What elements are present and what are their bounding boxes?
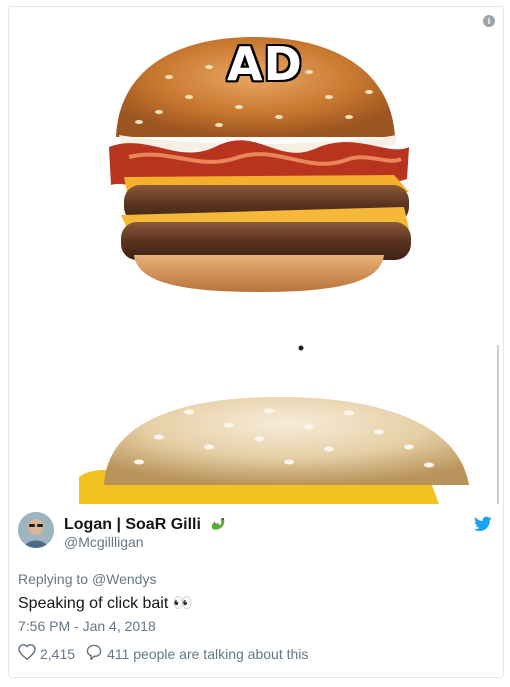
avatar[interactable] — [18, 512, 54, 548]
eyes-emoji-icon: 👀 — [172, 595, 193, 612]
tweet-actions: 2,415 411 people are talking about this — [18, 643, 318, 663]
twitter-bird-icon[interactable] — [474, 516, 492, 537]
tweet-body-text: Speaking of click bait 👀 — [18, 593, 193, 613]
replying-to-mention[interactable]: @Wendys — [92, 571, 157, 587]
ad-burger-bottom-bun — [134, 255, 384, 292]
patty-bottom — [121, 222, 411, 260]
like-count: 2,415 — [40, 645, 76, 662]
replying-prefix: Replying to — [18, 571, 89, 587]
author-handle[interactable]: @Mcgillligan — [64, 534, 144, 550]
author-display-name[interactable]: Logan | SoaR Gilli — [64, 516, 201, 533]
reply-bubble-icon[interactable] — [85, 644, 107, 663]
dragon-emoji-icon — [209, 514, 227, 537]
conversation-action[interactable]: 411 people are talking about this — [85, 644, 308, 663]
real-burger-top-bun — [104, 397, 469, 485]
ad-overlay-text: AD — [227, 37, 303, 91]
tweet-timestamp[interactable]: 7:56 PM - Jan 4, 2018 — [18, 618, 156, 634]
tweet-text: Speaking of click bait — [18, 595, 169, 612]
info-icon[interactable]: i — [483, 15, 495, 27]
tweet-media-image[interactable]: AD i — [9, 7, 503, 504]
replying-to-line: Replying to @Wendys — [18, 571, 156, 587]
heart-icon[interactable] — [18, 643, 40, 663]
like-action[interactable]: 2,415 — [18, 643, 76, 663]
talking-count-text: 411 people are talking about this — [107, 645, 309, 662]
